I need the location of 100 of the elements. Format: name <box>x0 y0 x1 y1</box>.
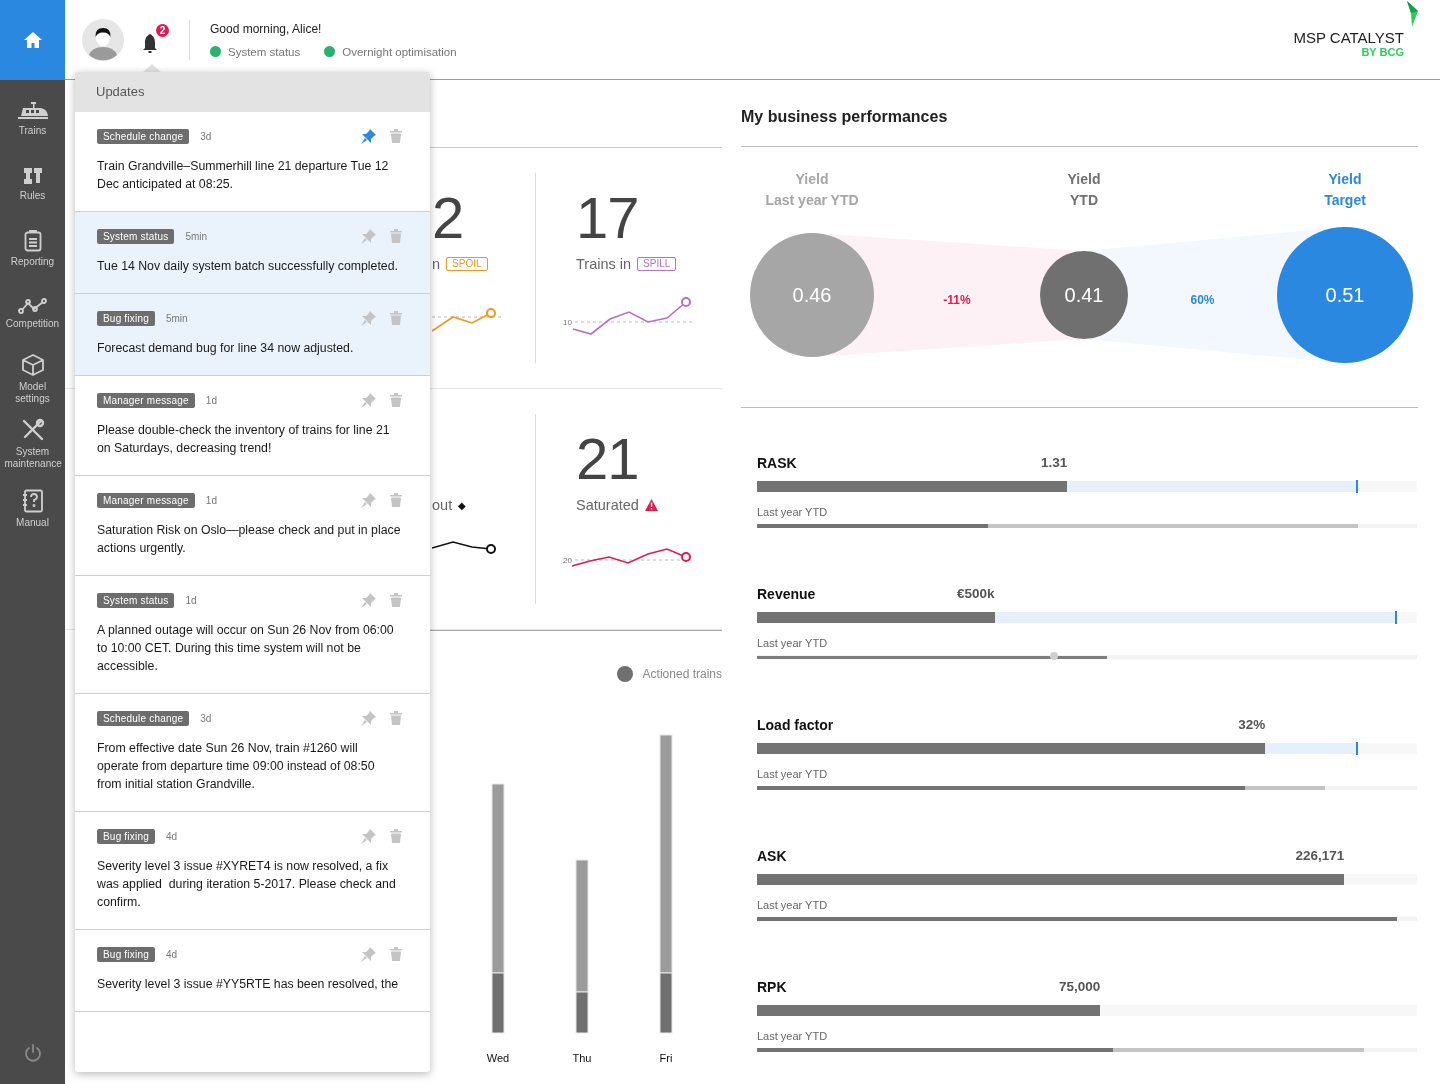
update-item[interactable]: Bug fixing 4d Severity level 3 issue #YY5RTE has been resolved, the <box>75 930 430 1012</box>
help-book-icon <box>21 488 44 513</box>
nav-item[interactable]: Rules <box>0 151 65 216</box>
bell-icon[interactable] <box>141 32 159 55</box>
trash-icon[interactable] <box>390 947 402 961</box>
avatar[interactable] <box>82 18 124 61</box>
metric-value: €500k <box>957 586 995 603</box>
update-item[interactable]: Manager message 1d Saturation Risk on Oslo—please check and put in place actions urgently. <box>75 476 430 576</box>
update-item[interactable]: Schedule change 3d From effective date Sun 26 Nov, train #1260 will operate from departure time 09:00 instead of 08:50 from initial station Grandville. <box>75 694 430 812</box>
pin-icon[interactable] <box>361 492 376 508</box>
category-tag: Bug fixing <box>97 946 155 962</box>
pin-icon[interactable] <box>361 946 376 962</box>
category-tag: Schedule change <box>97 128 190 144</box>
update-item[interactable]: Bug fixing 4d Severity level 3 issue #XYRET4 is now resolved, a fix was applied during iteration 5-2017. Please check and confirm. <box>75 812 430 930</box>
status-label: Overnight optimisation <box>342 45 457 58</box>
trash-icon[interactable] <box>390 229 402 243</box>
yield-value: 0.41 <box>1064 284 1104 306</box>
pin-icon[interactable] <box>361 128 376 144</box>
metric-name: Revenue <box>757 586 816 604</box>
tools-icon <box>20 417 45 442</box>
popover-title: Updates <box>75 72 430 112</box>
logo-arrow-icon <box>1407 1 1418 27</box>
kpi-value: 17 <box>576 184 640 252</box>
logo-name: MSP CATALYST <box>1293 29 1404 46</box>
pin-icon[interactable] <box>361 392 376 408</box>
pin-icon[interactable] <box>361 828 376 844</box>
trash-icon[interactable] <box>390 493 402 507</box>
update-item[interactable]: Manager message 1d Please double-check the inventory of trains for line 21 on Saturdays, decreasing trend! <box>75 376 430 476</box>
status-label: System status <box>228 45 301 58</box>
update-text: From effective date Sun 26 Nov, train #1260 will operate from departure time 09:00 instead of 08:50 from initial station Grandville. <box>97 740 376 793</box>
kpi-value: 21 <box>576 425 640 493</box>
change-label: 60% <box>1190 293 1215 307</box>
logo-byline: BY BCG <box>1361 46 1404 58</box>
yield-sublabel: Target <box>1324 192 1366 208</box>
trash-icon[interactable] <box>390 129 402 143</box>
diamond-symbol: ◆ <box>458 499 467 511</box>
power-icon[interactable] <box>23 1044 42 1062</box>
update-text: Severity level 3 issue #YY5RTE has been resolved, the <box>97 976 400 993</box>
nav-item[interactable]: Trains <box>0 86 65 151</box>
trash-icon[interactable] <box>390 593 402 607</box>
update-time: 1d <box>205 394 217 406</box>
update-text: Severity level 3 issue #XYRET4 is now resolved, a fix was applied during iteration 5-2017. Please check and confirm. <box>97 858 397 911</box>
clipboard-icon <box>23 229 42 252</box>
cube-icon <box>20 352 45 377</box>
yield-label: Yield <box>1328 171 1362 187</box>
last-year-label: Last year YTD <box>757 899 829 911</box>
nav-item[interactable]: Manual <box>0 476 65 541</box>
nav-item[interactable]: System maintenance <box>0 411 65 476</box>
update-time: 1d <box>205 494 217 506</box>
last-year-label: Last year YTD <box>757 1030 829 1042</box>
kpi-label: n <box>432 256 441 272</box>
metric-name: Load factor <box>757 717 834 735</box>
update-item[interactable]: Bug fixing 5min Forecast demand bug for line 34 now adjusted. <box>75 294 430 376</box>
category-tag: Manager message <box>97 492 195 508</box>
update-item[interactable]: System status 1d A planned outage will occur on Sun 26 Nov from 06:00 to 10:00 CET. During this time system will not be accessible. <box>75 576 430 694</box>
nav-item[interactable]: Reporting <box>0 216 65 281</box>
trash-icon[interactable] <box>390 393 402 407</box>
category-tag: System status <box>97 228 175 244</box>
update-text: Saturation Risk on Oslo—please check and put in place actions urgently. <box>97 522 402 557</box>
nav-item[interactable]: Model settings <box>0 346 65 411</box>
update-time: 5min <box>185 230 208 242</box>
line-chart-icon <box>17 297 48 314</box>
pin-icon[interactable] <box>361 592 376 608</box>
update-item[interactable]: Schedule change 3d Train Grandville–Summerhill line 21 departure Tue 12 Dec anticipated at 08:25. <box>75 112 430 212</box>
update-item[interactable]: System status 5min Tue 14 Nov daily system batch successfully completed. <box>75 212 430 294</box>
nav-item[interactable]: Competition <box>0 281 65 346</box>
pin-icon[interactable] <box>361 310 376 326</box>
kpi-tag: SPOIL <box>446 257 488 271</box>
update-time: 5min <box>165 312 188 324</box>
yield-label: Yield <box>1067 171 1101 187</box>
update-time: 4d <box>165 830 178 842</box>
train-icon <box>16 100 49 121</box>
kpi-label: out <box>432 497 453 513</box>
category-tag: Bug fixing <box>97 310 155 326</box>
metric-value: 1.31 <box>1040 455 1068 472</box>
trash-icon[interactable] <box>390 829 402 843</box>
trash-icon[interactable] <box>390 711 402 725</box>
day-label: Thu <box>572 1052 592 1064</box>
yield-value: 0.51 <box>1325 284 1365 306</box>
legend-label: Actioned trains <box>642 667 722 681</box>
category-tag: System status <box>97 592 175 608</box>
day-label: Wed <box>486 1052 510 1064</box>
last-year-label: Last year YTD <box>757 768 829 780</box>
last-year-label: Last year YTD <box>757 506 829 518</box>
last-year-label: Last year YTD <box>757 637 829 649</box>
metric-name: ASK <box>757 848 787 866</box>
greeting: Good morning, Alice! <box>210 21 323 36</box>
pin-icon[interactable] <box>361 228 376 244</box>
axis-label: 10 <box>563 318 572 327</box>
yield-value: 0.46 <box>792 284 832 306</box>
yield-sublabel: YTD <box>1070 192 1098 208</box>
yield-label: Yield <box>795 171 829 187</box>
pin-icon[interactable] <box>361 710 376 726</box>
update-text: Tue 14 Nov daily system batch successfully completed. <box>97 258 399 275</box>
section-title: My business performances <box>741 108 948 126</box>
home-button[interactable] <box>0 0 65 80</box>
trash-icon[interactable] <box>390 311 402 325</box>
rules-icon <box>22 165 43 186</box>
kpi-tag: SPILL <box>637 257 677 271</box>
kpi-label: Trains in <box>576 256 632 272</box>
